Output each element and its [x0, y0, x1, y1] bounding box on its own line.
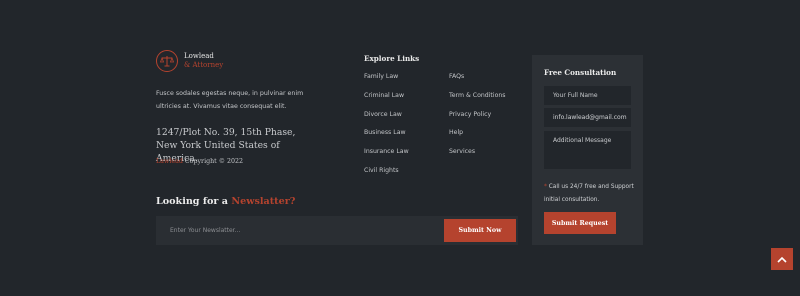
message-field[interactable] — [544, 131, 631, 169]
copyright-text: Copyright © 2022 — [182, 158, 244, 165]
scales-of-justice-icon — [156, 50, 178, 72]
chevron-up-icon — [777, 252, 787, 267]
link-family-law[interactable]: Family Law — [364, 73, 409, 92]
footer-brand: Lowlead & Attorney — [156, 50, 336, 72]
link-privacy-policy[interactable]: Privacy Policy — [449, 111, 506, 130]
link-terms[interactable]: Term & Conditions — [449, 92, 506, 111]
link-help[interactable]: Help — [449, 129, 506, 148]
link-divorce-law[interactable]: Divorce Law — [364, 111, 409, 130]
link-services[interactable]: Services — [449, 148, 506, 167]
explore-links-col2: FAQs Term & Conditions Privacy Policy He… — [449, 73, 506, 167]
explore-links-title: Explore Links — [364, 54, 420, 63]
newsletter-input[interactable] — [156, 216, 444, 245]
scroll-to-top-button[interactable] — [771, 248, 793, 270]
link-insurance-law[interactable]: Insurance Law — [364, 148, 409, 167]
newsletter-submit-button[interactable]: Submit Now — [444, 219, 516, 242]
link-criminal-law[interactable]: Criminal Law — [364, 92, 409, 111]
logo-subname: & Attorney — [184, 61, 224, 69]
logo-name: Lowlead — [184, 52, 214, 60]
full-name-field[interactable] — [544, 86, 631, 105]
copyright: Lawlead Copyright © 2022 — [156, 158, 243, 165]
newsletter-title-accent: Newslatter? — [231, 196, 296, 207]
note-text: Call us 24/7 free and Support initial co… — [544, 184, 634, 203]
consultation-title: Free Consultation — [544, 68, 617, 77]
explore-links-col1: Family Law Criminal Law Divorce Law Busi… — [364, 73, 409, 186]
email-field[interactable] — [544, 108, 631, 127]
newsletter-title: Looking for a Newslatter? — [156, 196, 295, 207]
about-text: Fusce sodales egestas neque, in pulvinar… — [156, 90, 304, 110]
link-civil-rights[interactable]: Civil Rights — [364, 167, 409, 186]
link-faqs[interactable]: FAQs — [449, 73, 506, 92]
consultation-note: * Call us 24/7 free and Support initial … — [544, 181, 636, 206]
link-business-law[interactable]: Business Law — [364, 129, 409, 148]
logo[interactable]: Lowlead & Attorney — [156, 50, 336, 72]
copyright-brand[interactable]: Lawlead — [156, 158, 183, 165]
consultation-panel: Free Consultation * Call us 24/7 free an… — [532, 55, 643, 245]
submit-request-button[interactable]: Submit Request — [544, 212, 616, 234]
newsletter-title-prefix: Looking for a — [156, 196, 232, 207]
newsletter-form: Submit Now — [156, 216, 518, 245]
